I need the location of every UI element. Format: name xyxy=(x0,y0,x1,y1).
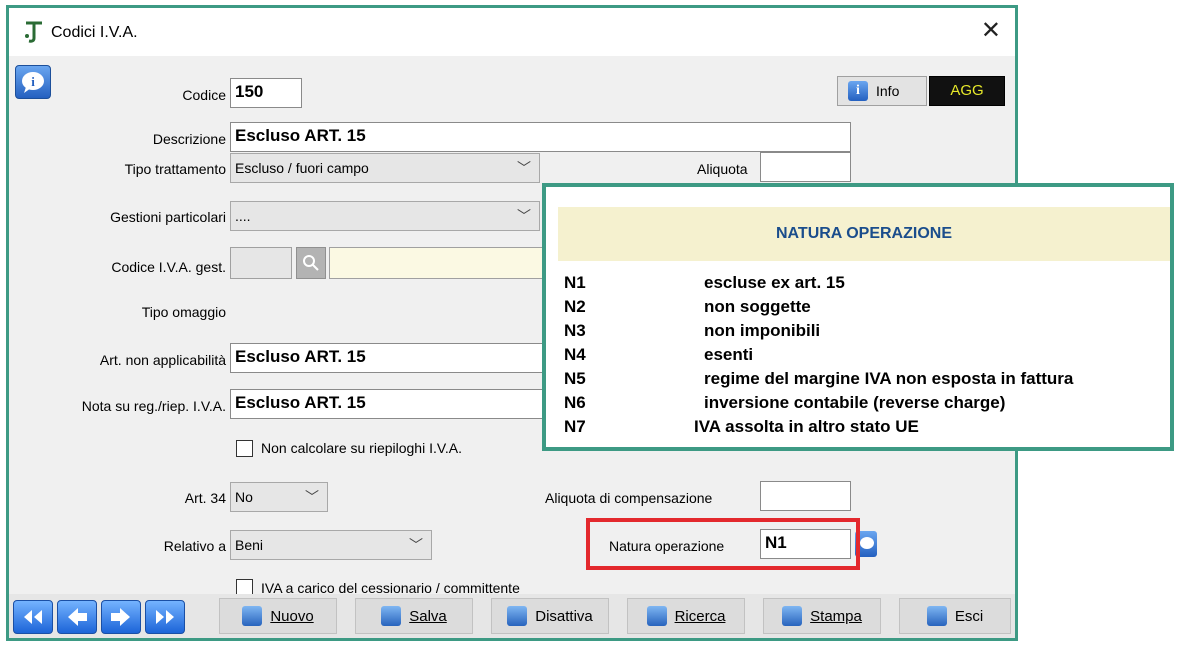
info-button[interactable]: i Info xyxy=(837,76,927,106)
chevron-down-icon: ﹀ xyxy=(517,208,531,224)
relativo-value: Beni xyxy=(235,537,264,553)
art34-select[interactable]: No ﹀ xyxy=(230,482,328,512)
window-title: Codici I.V.A. xyxy=(51,24,138,41)
gestioni-value: .... xyxy=(235,208,251,224)
tipo-trattamento-value: Escluso / fuori campo xyxy=(235,160,369,176)
chevron-down-icon: ﹀ xyxy=(517,160,531,176)
nota-label: Nota su reg./riep. I.V.A. xyxy=(81,398,226,414)
esci-label: Esci xyxy=(954,607,984,625)
natura-operazione-popup: NATURA OPERAZIONE N1 escluse ex art. 15 … xyxy=(542,183,1174,451)
search-icon xyxy=(646,606,667,626)
disable-icon xyxy=(507,606,528,626)
info-icon: i xyxy=(848,81,868,101)
last-record-button[interactable] xyxy=(145,600,185,634)
ricerca-button[interactable]: Ricerca xyxy=(627,598,745,634)
aliquota-compensazione-field[interactable] xyxy=(760,481,851,511)
relativo-select[interactable]: Beni ﹀ xyxy=(230,530,432,560)
popup-title: NATURA OPERAZIONE xyxy=(558,207,1170,261)
print-icon xyxy=(782,606,803,626)
relativo-label: Relativo a xyxy=(163,538,226,554)
app-logo-icon xyxy=(25,21,42,43)
natura-code: N4 xyxy=(564,345,586,364)
tipo-trattamento-label: Tipo trattamento xyxy=(124,161,226,177)
art-non-applicabilita-field[interactable]: Escluso ART. 15 xyxy=(230,343,551,373)
exit-icon xyxy=(926,606,947,626)
aliquota-compensazione-label: Aliquota di compensazione xyxy=(545,490,713,506)
salva-label: Salva xyxy=(409,607,447,625)
agg-label: AGG xyxy=(950,82,984,99)
nuovo-label: Nuovo xyxy=(270,607,314,625)
gestioni-select[interactable]: .... ﹀ xyxy=(230,201,540,231)
art34-value: No xyxy=(235,489,253,505)
title-bar: Codici I.V.A. ✕ xyxy=(9,8,1015,56)
esci-button[interactable]: Esci xyxy=(899,598,1011,634)
previous-record-button[interactable] xyxy=(57,600,97,634)
codice-label: Codice xyxy=(182,87,226,103)
natura-description: IVA assolta in altro stato UE xyxy=(694,417,919,436)
chevron-down-icon: ﹀ xyxy=(409,537,423,553)
save-icon xyxy=(381,606,402,626)
natura-code: N6 xyxy=(564,393,586,412)
double-arrow-left-icon xyxy=(24,610,42,624)
help-info-button[interactable]: i xyxy=(15,65,51,99)
natura-code: N1 xyxy=(564,273,586,292)
natura-description: regime del margine IVA non esposta in fa… xyxy=(704,369,1074,388)
nota-field[interactable]: Escluso ART. 15 xyxy=(230,389,551,419)
arrow-left-icon xyxy=(68,608,87,626)
natura-operazione-highlight xyxy=(586,518,860,570)
tipo-omaggio-label: Tipo omaggio xyxy=(141,304,226,320)
info-label: Info xyxy=(876,83,900,99)
disattiva-button[interactable]: Disattiva xyxy=(491,598,609,634)
first-record-button[interactable] xyxy=(13,600,53,634)
natura-code: N2 xyxy=(564,297,586,316)
gestioni-label: Gestioni particolari xyxy=(110,209,226,225)
natura-code: N5 xyxy=(564,369,586,388)
art-non-applicabilita-label: Art. non applicabilità xyxy=(99,352,226,368)
natura-description: escluse ex art. 15 xyxy=(704,273,845,292)
aliquota-field[interactable] xyxy=(760,152,851,182)
natura-description: esenti xyxy=(704,345,754,364)
disattiva-label: Disattiva xyxy=(535,607,593,625)
agg-button[interactable]: AGG xyxy=(929,76,1005,106)
natura-description: non soggette xyxy=(704,297,811,316)
double-arrow-right-icon xyxy=(156,610,174,624)
natura-description: inversione contabile (reverse charge) xyxy=(704,393,1006,412)
close-icon[interactable]: ✕ xyxy=(981,16,1001,45)
svg-text:i: i xyxy=(31,74,35,89)
art34-label: Art. 34 xyxy=(184,490,226,506)
speech-info-icon: i xyxy=(22,72,44,93)
natura-code: N3 xyxy=(564,321,586,340)
chevron-down-icon: ﹀ xyxy=(305,489,319,505)
natura-description: non imponibili xyxy=(704,321,821,340)
salva-button[interactable]: Salva xyxy=(355,598,473,634)
nuovo-button[interactable]: Nuovo xyxy=(219,598,337,634)
new-record-icon xyxy=(242,606,263,626)
search-icon xyxy=(303,255,319,271)
codice-iva-gest-description xyxy=(329,247,551,279)
descrizione-field[interactable]: Escluso ART. 15 xyxy=(230,122,851,152)
non-calcolare-label: Non calcolare su riepiloghi I.V.A. xyxy=(261,440,463,456)
arrow-right-icon xyxy=(111,608,130,626)
stampa-button[interactable]: Stampa xyxy=(763,598,881,634)
non-calcolare-checkbox[interactable] xyxy=(236,440,253,457)
descrizione-label: Descrizione xyxy=(152,131,226,147)
codice-field[interactable]: 150 xyxy=(230,78,302,108)
tipo-trattamento-select[interactable]: Escluso / fuori campo ﹀ xyxy=(230,153,540,183)
bottom-toolbar: Nuovo Salva Disattiva Ricerca Stampa Esc… xyxy=(9,594,1015,638)
ricerca-label: Ricerca xyxy=(674,607,726,625)
next-record-button[interactable] xyxy=(101,600,141,634)
natura-code: N7 xyxy=(564,417,586,436)
lookup-button[interactable] xyxy=(296,247,326,279)
aliquota-label: Aliquota xyxy=(697,161,748,177)
codice-iva-gest-label: Codice I.V.A. gest. xyxy=(111,259,226,275)
stampa-label: Stampa xyxy=(810,607,862,625)
codice-iva-gest-field[interactable] xyxy=(230,247,292,279)
